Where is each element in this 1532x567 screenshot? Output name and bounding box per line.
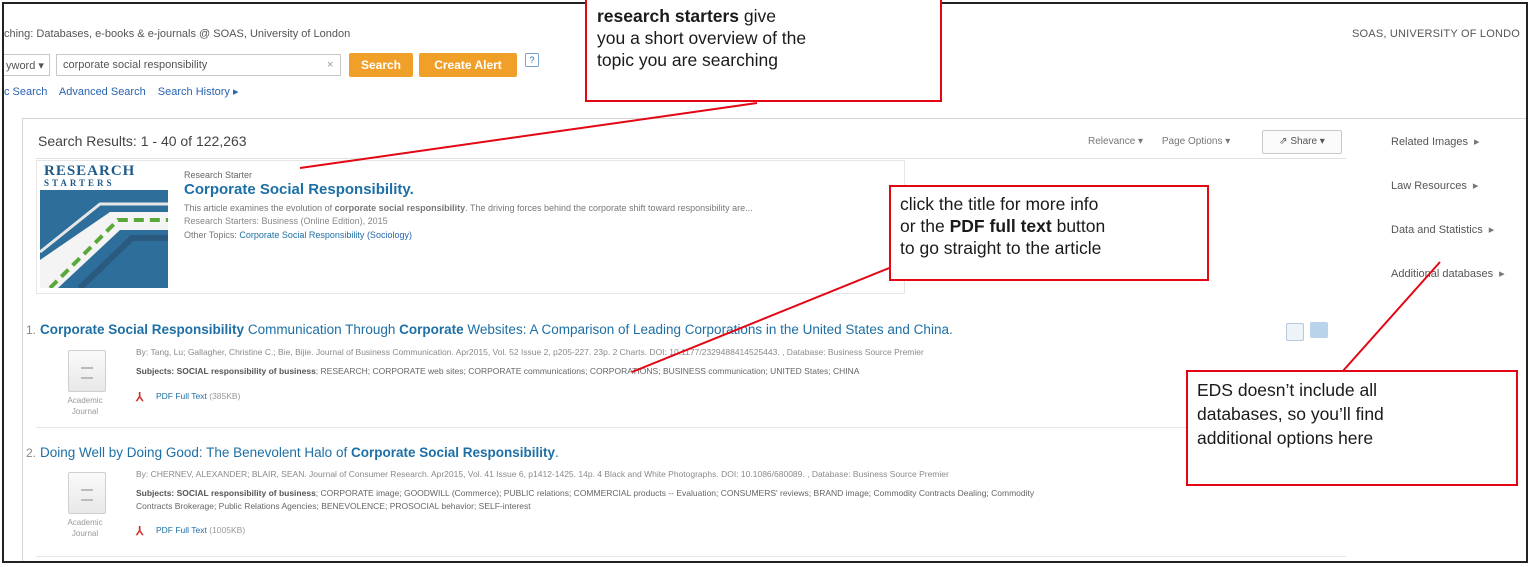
publication-type: Academic Journal: [67, 518, 103, 538]
starter-label: Research Starter: [184, 170, 253, 180]
pdf-full-text-link[interactable]: ⅄ PDF Full Text (385KB): [136, 390, 240, 404]
rail-additional-databases[interactable]: Additional databases ▸: [1391, 267, 1505, 280]
institution-name: SOAS, UNIVERSITY OF LONDO: [1352, 28, 1520, 40]
result-subjects: Subjects: SOCIAL responsibility of busin…: [136, 366, 860, 376]
sort-controls: Relevance ▾ Page Options ▾: [1088, 136, 1246, 147]
right-rail: Related Images ▸ Law Resources ▸ Data and …: [1369, 118, 1526, 561]
result-title-link[interactable]: 2. Doing Well by Doing Good: The Benevole…: [26, 445, 559, 460]
search-links: c Search Advanced Search Search History …: [4, 85, 248, 98]
clear-search-icon[interactable]: ×: [327, 59, 333, 71]
chevron-right-icon: ▸: [1474, 136, 1480, 148]
result-separator: [36, 427, 1346, 428]
relevance-dropdown[interactable]: Relevance ▾: [1088, 136, 1143, 147]
folder-icon[interactable]: [1310, 322, 1328, 338]
search-field-select[interactable]: yword ▾: [4, 54, 50, 76]
starter-topics: Other Topics: Corporate Social Responsib…: [184, 230, 412, 240]
rail-data-statistics[interactable]: Data and Statistics ▸: [1391, 223, 1494, 236]
academic-journal-icon: [68, 472, 106, 514]
search-button[interactable]: Search: [349, 53, 413, 77]
help-icon[interactable]: ?: [525, 53, 539, 67]
basic-search-link[interactable]: c Search: [4, 86, 47, 98]
callout-additional-databases: EDS doesn’t include all databases, so yo…: [1186, 370, 1518, 486]
research-starters-logo-sub: STARTERS: [44, 178, 115, 188]
header-divider: [36, 158, 1346, 159]
topic-link[interactable]: Corporate Social Responsibility: [239, 230, 364, 240]
pdf-icon: ⅄: [136, 524, 144, 538]
page-options-dropdown[interactable]: Page Options ▾: [1162, 136, 1230, 147]
result-separator: [36, 556, 1346, 557]
share-button[interactable]: ⇗ Share ▾: [1262, 130, 1342, 154]
results-count: Search Results: 1 - 40 of 122,263: [38, 133, 247, 149]
pdf-full-text-link[interactable]: ⅄ PDF Full Text (1005KB): [136, 524, 245, 538]
callout-title-pdf: click the title for more info or the PDF…: [889, 185, 1209, 281]
road-illustration: [40, 190, 168, 288]
share-icon: ⇗: [1279, 136, 1288, 147]
callout-research-starters: research starters give you a short overv…: [585, 0, 942, 102]
result-subjects-cont: Contracts Brokerage; Public Relations Ag…: [136, 501, 531, 511]
starter-title-link[interactable]: Corporate Social Responsibility.: [184, 181, 414, 198]
result-subjects: Subjects: SOCIAL responsibility of busin…: [136, 488, 1035, 498]
publication-type: Academic Journal: [67, 396, 103, 416]
search-history-link[interactable]: Search History ▸: [158, 86, 239, 98]
chevron-right-icon: ▸: [1472, 180, 1479, 192]
starter-source: Research Starters: Business (Online Edit…: [184, 216, 388, 226]
result-meta: By: Tang, Lu; Gallagher, Christine C.; B…: [136, 347, 924, 357]
academic-journal-icon: [68, 350, 106, 392]
result-title-link[interactable]: 1. Corporate Social Responsibility Commun…: [26, 322, 953, 337]
pdf-icon: ⅄: [136, 390, 144, 404]
rail-related-images[interactable]: Related Images ▸: [1391, 135, 1480, 148]
rail-law-resources[interactable]: Law Resources ▸: [1391, 179, 1478, 192]
starter-description: This article examines the evolution of c…: [184, 203, 753, 213]
chevron-down-icon: ▾: [38, 60, 44, 72]
search-input[interactable]: corporate social responsibility: [56, 54, 341, 76]
preview-icon[interactable]: [1286, 323, 1304, 341]
advanced-search-link[interactable]: Advanced Search: [59, 86, 146, 98]
create-alert-button[interactable]: Create Alert: [419, 53, 517, 77]
result-meta: By: CHERNEV, ALEXANDER; BLAIR, SEAN. Jou…: [136, 469, 949, 479]
searching-scope-text: ching: Databases, e-books & e-journals @…: [4, 28, 351, 40]
chevron-right-icon: ▸: [1488, 224, 1495, 236]
chevron-right-icon: ▸: [1499, 268, 1505, 280]
